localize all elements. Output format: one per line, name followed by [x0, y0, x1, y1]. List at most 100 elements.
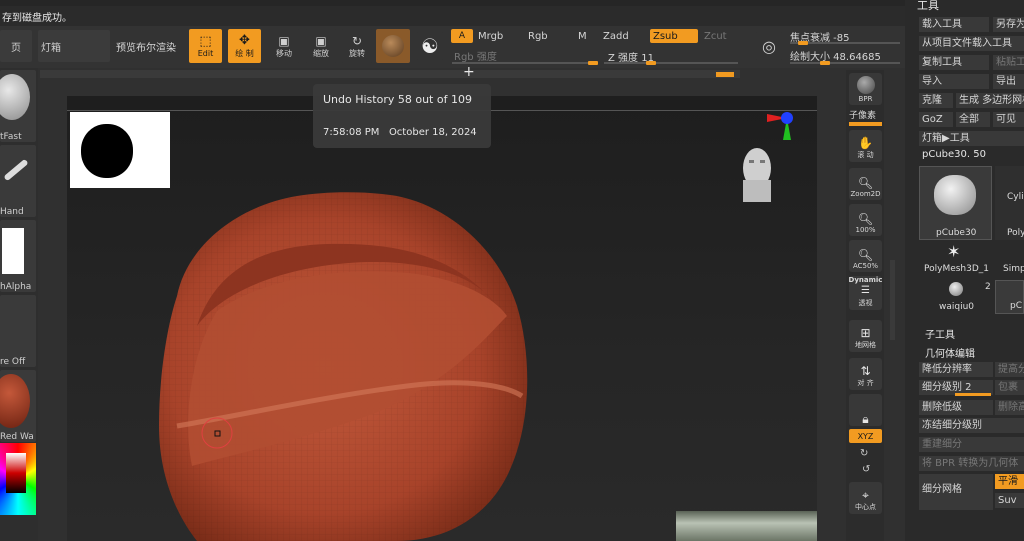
zoom100-button[interactable]: 🔍︎ 100%: [849, 204, 882, 236]
rgb-toggle[interactable]: Rgb: [528, 31, 548, 42]
rgb-intensity-slider[interactable]: Rgb 强度: [454, 48, 497, 63]
tool-thumb-simple-label[interactable]: Simp: [1003, 264, 1024, 274]
a-toggle[interactable]: A: [451, 29, 473, 43]
zadd-toggle[interactable]: Zadd: [603, 31, 629, 42]
subpixel-slider[interactable]: [849, 122, 882, 126]
strip-marker[interactable]: [716, 72, 734, 77]
color-picker[interactable]: [0, 443, 36, 515]
lightbox-tool-button[interactable]: 灯箱▶工具: [919, 131, 1024, 146]
sdiv-knob[interactable]: [955, 393, 991, 396]
brush-thumb[interactable]: tFast: [0, 70, 36, 142]
export-button[interactable]: 导出: [993, 74, 1024, 89]
edit-button[interactable]: ⬚ Edit: [189, 29, 222, 63]
document-canvas[interactable]: [67, 96, 817, 541]
lower-res-button[interactable]: 降低分辨率: [919, 362, 993, 377]
page-button[interactable]: 页: [0, 30, 32, 62]
scroll-button[interactable]: ✋ 滚 动: [849, 130, 882, 162]
lock-button[interactable]: 🔒︎: [849, 394, 882, 426]
reconstruct-button[interactable]: 重建细分: [919, 437, 1024, 452]
geometry-header[interactable]: 几何体编辑: [925, 345, 975, 360]
tool-thumb-pc[interactable]: pC: [995, 280, 1024, 314]
right-scrollbar[interactable]: [890, 260, 895, 340]
canvas-scroll-strip[interactable]: [40, 70, 740, 78]
z-intensity-knob[interactable]: [646, 61, 656, 65]
sculpt-model[interactable]: [67, 96, 817, 541]
lock-icon: 🔒︎: [862, 412, 869, 426]
alpha-thumb[interactable]: hAlpha: [0, 220, 36, 292]
draw-size-slider[interactable]: 绘制大小 48.64685: [790, 48, 881, 63]
mrgb-toggle[interactable]: Mrgb: [478, 31, 503, 42]
move-button[interactable]: ▣ 移动: [268, 29, 300, 63]
save-as-button[interactable]: 另存为: [993, 17, 1024, 32]
rotate-label: 旋转: [349, 48, 365, 58]
draw-size-track[interactable]: [790, 62, 900, 64]
freeze-sdiv-button[interactable]: 冻结细分级别: [919, 418, 1024, 433]
suv-toggle[interactable]: Suv: [995, 493, 1024, 508]
scale-button[interactable]: ▣ 缩放: [305, 29, 337, 63]
tool-thumb-pcube30[interactable]: pCube30: [919, 166, 992, 240]
make-polymesh-label: 生成 多边形网格: [959, 95, 1024, 106]
zcut-toggle[interactable]: Zcut: [704, 31, 727, 42]
tool-thumb-cylinder[interactable]: Cyli Poly: [995, 166, 1024, 240]
pack-label: 包裹: [998, 382, 1018, 393]
perspective-button[interactable]: Dynamic ☰ 透视: [849, 276, 882, 310]
pack-button[interactable]: 包裹: [995, 380, 1024, 395]
zsub-toggle[interactable]: Zsub: [650, 29, 698, 43]
center-label: 中心点: [855, 503, 876, 511]
lower-res-label: 降低分辨率: [922, 364, 972, 375]
smooth-toggle[interactable]: 平滑: [995, 474, 1024, 489]
load-from-project-button[interactable]: 从项目文件载入工具: [919, 36, 1024, 51]
draw-size-knob[interactable]: [820, 61, 830, 65]
load-tool-label: 载入工具: [922, 19, 962, 30]
stroke-thumb[interactable]: Hand: [0, 145, 36, 217]
xyz-button[interactable]: XYZ: [849, 429, 882, 443]
paste-tool-button[interactable]: 粘贴工: [993, 55, 1024, 70]
tooltip-title: Undo History 58 out of 109: [323, 93, 472, 106]
tool-thumb-waiqiu[interactable]: waiqiu0 2: [919, 278, 992, 316]
floor-button[interactable]: ⊞ 地网格: [849, 320, 882, 352]
bpr-button[interactable]: BPR: [849, 73, 882, 105]
material-thumb[interactable]: Red Wa: [0, 370, 36, 442]
align-button[interactable]: ⇅ 对 齐: [849, 358, 882, 390]
subpixel-label[interactable]: 子像素: [849, 108, 876, 121]
left-shelf: tFast Hand hAlpha re Off Red Wa: [0, 68, 38, 541]
z-intensity-track[interactable]: [604, 62, 738, 64]
center-button[interactable]: ⌖ 中心点: [849, 482, 882, 514]
del-higher-button[interactable]: 删除高: [995, 400, 1024, 415]
stroke-spacing-button[interactable]: ◎: [755, 32, 783, 60]
goz-button[interactable]: GoZ: [919, 112, 953, 127]
del-lower-button[interactable]: 删除低级: [919, 400, 993, 415]
load-tool-button[interactable]: 载入工具: [919, 17, 989, 32]
copy-tool-button[interactable]: 复制工具: [919, 55, 989, 70]
divide-button[interactable]: 细分网格: [919, 474, 993, 510]
move-label: 移动: [276, 48, 292, 58]
ac50-button[interactable]: 🔍︎ AC50%: [849, 240, 882, 272]
rgb-intensity-knob[interactable]: [588, 61, 598, 65]
rotate-y-icon[interactable]: ↻: [860, 448, 868, 459]
higher-res-button[interactable]: 提高分: [995, 362, 1024, 377]
import-button[interactable]: 导入: [919, 74, 989, 89]
zoom2d-button[interactable]: 🔍︎ Zoom2D: [849, 168, 882, 200]
bpr-to-geo-button[interactable]: 将 BPR 转换为几何体: [919, 456, 1024, 471]
tool-thumb-polymesh3d[interactable]: ✶ PolyMesh3D_1: [919, 242, 992, 276]
draw-button[interactable]: ✥ 绘 制: [228, 29, 261, 63]
subtool-header[interactable]: 子工具: [925, 326, 955, 341]
m-toggle[interactable]: M: [578, 31, 587, 42]
visible-button[interactable]: 可见: [993, 112, 1024, 127]
make-polymesh-button[interactable]: 生成 多边形网格: [956, 93, 1024, 108]
color-square[interactable]: [6, 453, 26, 493]
preview-bool-render[interactable]: 预览布尔渲染: [116, 39, 176, 54]
lightbox-button[interactable]: 灯箱: [38, 30, 110, 62]
rotate-button[interactable]: ↻ 旋转: [341, 29, 373, 63]
waiqiu-sphere-icon: [949, 282, 963, 296]
focal-shift-knob[interactable]: [798, 41, 808, 45]
tool-palette-header[interactable]: 工具: [917, 0, 939, 13]
rotate-z-icon[interactable]: ↺: [862, 464, 870, 475]
clone-button[interactable]: 克隆: [919, 93, 953, 108]
zbrush-window: 存到磁盘成功。 页 灯箱 预览布尔渲染 ⬚ Edit ✥ 绘 制 ▣ 移动 ▣ …: [0, 0, 1024, 541]
texture-thumb[interactable]: re Off: [0, 295, 36, 367]
alpha-label: hAlpha: [0, 282, 32, 292]
material-button[interactable]: [376, 29, 410, 63]
texture-button[interactable]: ☯: [416, 32, 444, 60]
all-button[interactable]: 全部: [956, 112, 990, 127]
